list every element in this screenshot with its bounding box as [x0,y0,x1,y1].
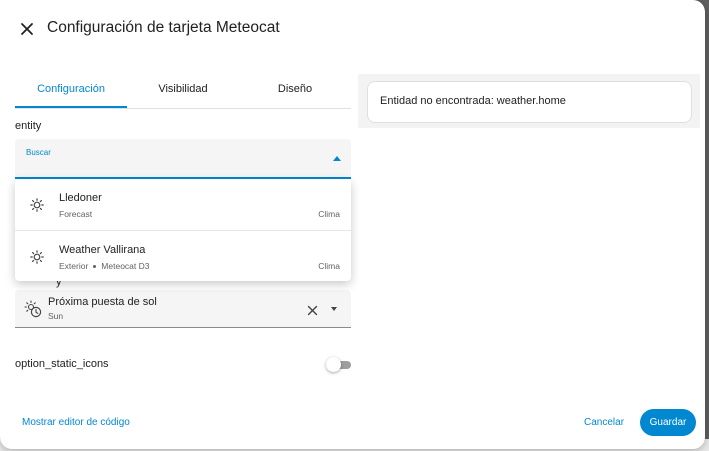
tab-label: Configuración [37,83,105,95]
tab-bar: Configuración Visibilidad Diseño [15,74,351,109]
toggle-thumb [326,357,341,372]
weather-sunny-icon [30,198,44,212]
entity-label: entity [15,120,42,132]
show-code-editor-button[interactable]: Mostrar editor de código [22,417,130,428]
tab-configuration[interactable]: Configuración [15,74,127,108]
tab-label: Diseño [277,83,313,95]
card-config-dialog: Configuración de tarjeta Meteocat Config… [0,0,705,449]
save-button[interactable]: Guardar [640,409,696,436]
dropdown-item-domain: Clima [318,261,340,271]
sun-entity-select[interactable]: Próxima puesta de sol Sun [15,290,351,328]
dropdown-item-lledoner[interactable]: Lledoner Forecast Clima [15,179,351,229]
dropdown-item-area: Forecast [59,209,93,219]
dropdown-item-context: Exterior Meteocat D3 [59,261,150,271]
weather-sunny-icon [30,250,44,264]
clear-icon[interactable] [307,303,318,316]
tab-label: Visibilidad [158,83,208,95]
dropdown-item-area: Exterior [59,261,89,271]
option-static-icons-label: option_static_icons [15,358,109,370]
tab-layout[interactable]: Diseño [239,74,351,107]
entity-dropdown: Lledoner Forecast Clima Weather Valliran… [15,179,351,281]
preview-card: Entidad no encontrada: weather.home [367,81,692,123]
chevron-down-icon[interactable] [331,307,337,311]
close-icon[interactable] [17,19,37,39]
separator-dot-icon [93,265,97,269]
search-field-label: Buscar [26,148,51,157]
active-tab-indicator [15,106,127,108]
cancel-button[interactable]: Cancelar [584,417,624,428]
tab-visibility[interactable]: Visibilidad [127,74,239,107]
dropdown-item-domain: Clima [318,209,340,219]
dropdown-item-name: Weather Vallirana [59,244,146,256]
sun-entity-context: Sun [48,311,64,321]
dialog-title: Configuración de tarjeta Meteocat [47,19,280,36]
dropdown-item-weather-vallirana[interactable]: Weather Vallirana Exterior Meteocat D3 Cl… [15,230,351,281]
option-static-icons-toggle[interactable] [326,357,352,373]
sun-entity-name: Próxima puesta de sol [48,296,157,308]
sun-clock-icon [24,300,42,318]
entity-search-input[interactable]: Buscar [15,139,351,179]
caret-up-icon[interactable] [333,156,341,161]
preview-error-message: Entidad no encontrada: weather.home [380,95,566,107]
dropdown-item-name: Lledoner [59,192,102,204]
dropdown-item-device: Meteocat D3 [101,261,150,271]
